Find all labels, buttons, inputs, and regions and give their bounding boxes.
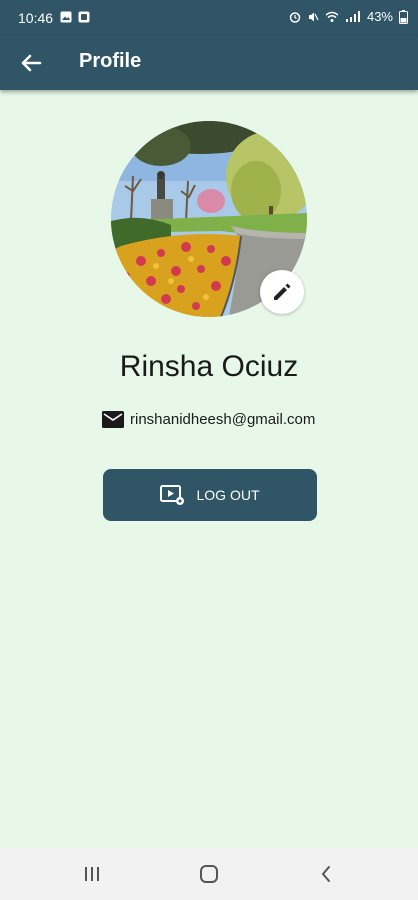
battery-icon: [399, 9, 408, 24]
edit-avatar-button[interactable]: [260, 270, 304, 314]
status-right-icons: 43%: [289, 9, 408, 24]
recent-apps-icon: [85, 867, 99, 881]
profile-name: Rinsha Ociuz: [119, 350, 299, 383]
profile-email: rinshanidheesh@gmail.com: [130, 411, 316, 428]
gallery-icon: [60, 11, 72, 23]
battery-percentage: 43%: [366, 9, 393, 24]
wifi-icon: [325, 11, 339, 22]
logout-label: LOG OUT: [196, 487, 260, 503]
back-button[interactable]: [16, 49, 46, 77]
alarm-icon: [289, 11, 301, 23]
system-nav-bar: [0, 848, 418, 900]
video-settings-icon: [160, 485, 185, 505]
home-button[interactable]: [197, 862, 221, 886]
recent-apps-button[interactable]: [80, 862, 104, 886]
status-bar: 10:46 43%: [0, 0, 418, 36]
cell-signal-icon: [345, 10, 360, 22]
chevron-left-icon: [321, 866, 330, 882]
status-left-icons: [60, 11, 90, 23]
logout-button[interactable]: LOG OUT: [103, 469, 317, 521]
page-title: Profile: [79, 50, 142, 72]
app-bar: Profile: [0, 36, 418, 90]
arrow-left-icon: [21, 54, 42, 72]
pencil-icon: [274, 283, 291, 300]
status-time: 10:46: [18, 10, 54, 26]
avatar-container: [111, 121, 307, 317]
mute-icon: [308, 12, 319, 21]
email-row: rinshanidheesh@gmail.com: [102, 411, 315, 428]
system-back-button[interactable]: [314, 862, 338, 886]
notification-app-icon: [78, 11, 90, 23]
home-icon: [200, 865, 218, 883]
mail-icon: [102, 411, 124, 428]
